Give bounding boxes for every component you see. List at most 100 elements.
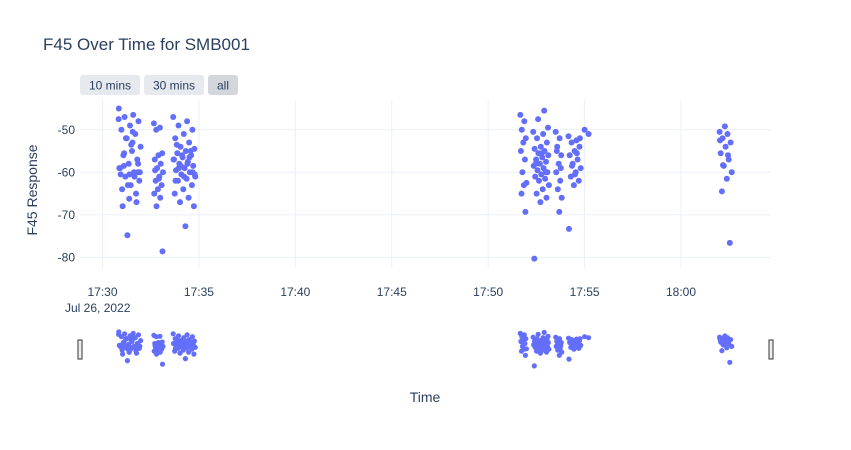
data-point bbox=[126, 171, 133, 178]
data-point bbox=[177, 162, 184, 169]
data-point bbox=[170, 156, 177, 163]
range-button-all[interactable]: all bbox=[208, 75, 238, 95]
data-point bbox=[576, 143, 583, 150]
data-point bbox=[539, 186, 546, 193]
data-point bbox=[558, 152, 565, 159]
data-point bbox=[721, 123, 728, 130]
range-button-label: 10 mins bbox=[89, 79, 131, 93]
data-point bbox=[545, 152, 552, 159]
data-point bbox=[556, 208, 563, 215]
slider-point bbox=[191, 351, 197, 357]
slider-point bbox=[543, 349, 550, 355]
data-point bbox=[175, 122, 182, 129]
data-point bbox=[553, 148, 560, 154]
range-button-label: all bbox=[217, 79, 229, 93]
data-point bbox=[136, 177, 143, 184]
data-point bbox=[518, 190, 525, 197]
slider-point bbox=[135, 341, 141, 347]
range-slider[interactable] bbox=[77, 329, 774, 369]
data-point bbox=[151, 156, 158, 163]
data-point bbox=[568, 139, 575, 146]
slider-point bbox=[720, 342, 726, 348]
slider-point bbox=[577, 336, 583, 342]
data-point bbox=[522, 208, 529, 215]
data-point bbox=[570, 182, 577, 189]
slider-point bbox=[537, 350, 544, 356]
data-point bbox=[129, 148, 135, 154]
data-point bbox=[725, 152, 731, 159]
data-point bbox=[723, 175, 730, 182]
slider-point bbox=[119, 347, 125, 353]
data-point bbox=[533, 190, 540, 197]
data-point bbox=[717, 150, 724, 157]
data-point bbox=[153, 203, 160, 210]
slider-point bbox=[522, 352, 529, 358]
data-point bbox=[190, 203, 197, 210]
slider-point bbox=[531, 363, 537, 369]
data-point bbox=[153, 126, 160, 133]
data-point bbox=[574, 156, 581, 163]
slider-point bbox=[124, 358, 130, 364]
data-point bbox=[577, 165, 584, 172]
data-point bbox=[180, 186, 187, 193]
data-point bbox=[557, 177, 564, 184]
x-tick-label: 18:00 bbox=[666, 285, 696, 299]
data-point bbox=[519, 169, 526, 176]
x-tick-label: 17:40 bbox=[280, 285, 310, 299]
data-point bbox=[728, 169, 735, 176]
range-button-30-mins[interactable]: 30 mins bbox=[144, 75, 204, 95]
data-point bbox=[540, 131, 547, 137]
slider-point bbox=[586, 335, 592, 341]
data-point bbox=[191, 171, 198, 178]
main-plot-points bbox=[115, 105, 735, 262]
data-point bbox=[716, 128, 723, 135]
data-point bbox=[566, 225, 572, 232]
slider-point bbox=[539, 339, 545, 345]
data-point bbox=[536, 177, 542, 184]
slider-point bbox=[186, 340, 192, 346]
x-axis-ticks: 17:30 17:35 17:40 17:45 17:50 17:55 18:00 bbox=[87, 285, 696, 299]
data-point bbox=[576, 135, 583, 142]
slider-point bbox=[572, 344, 578, 350]
slider-point bbox=[717, 336, 723, 342]
data-point bbox=[184, 160, 191, 167]
data-point bbox=[554, 186, 561, 193]
slider-point bbox=[541, 329, 547, 335]
x-tick-label: 17:45 bbox=[377, 285, 407, 299]
slider-point bbox=[117, 342, 123, 348]
data-point bbox=[543, 194, 550, 201]
data-point bbox=[118, 126, 125, 133]
data-point bbox=[535, 116, 542, 123]
data-point bbox=[119, 186, 126, 193]
data-point bbox=[585, 131, 592, 137]
slider-point bbox=[118, 334, 124, 340]
x-tick-label: 17:35 bbox=[184, 285, 214, 299]
data-point bbox=[129, 128, 136, 135]
data-point bbox=[565, 133, 572, 140]
data-point bbox=[575, 177, 582, 184]
range-button-10-mins[interactable]: 10 mins bbox=[80, 75, 140, 95]
data-point bbox=[187, 148, 194, 154]
range-slider-right-handle[interactable] bbox=[768, 339, 774, 360]
data-point bbox=[726, 239, 733, 246]
range-slider-left-handle[interactable] bbox=[77, 339, 83, 360]
data-point bbox=[521, 118, 528, 125]
x-tick-label: 17:55 bbox=[570, 285, 600, 299]
x-axis-title: Time bbox=[410, 389, 441, 405]
data-point bbox=[173, 141, 180, 148]
data-point bbox=[172, 177, 179, 184]
slider-point bbox=[545, 333, 551, 339]
scatter-chart: F45 Over Time for SMB001 10 mins 30 mins a… bbox=[24, 35, 774, 405]
y-tick-label: -50 bbox=[58, 123, 76, 137]
data-point bbox=[186, 139, 193, 146]
slider-point bbox=[556, 352, 562, 358]
data-point bbox=[538, 150, 545, 157]
y-tick-label: -80 bbox=[58, 250, 76, 264]
slider-point bbox=[170, 340, 177, 347]
slider-point bbox=[719, 348, 725, 354]
data-point bbox=[521, 156, 528, 163]
slider-point bbox=[554, 338, 560, 345]
data-point bbox=[189, 126, 196, 133]
data-point bbox=[542, 175, 549, 182]
data-point bbox=[133, 199, 140, 206]
